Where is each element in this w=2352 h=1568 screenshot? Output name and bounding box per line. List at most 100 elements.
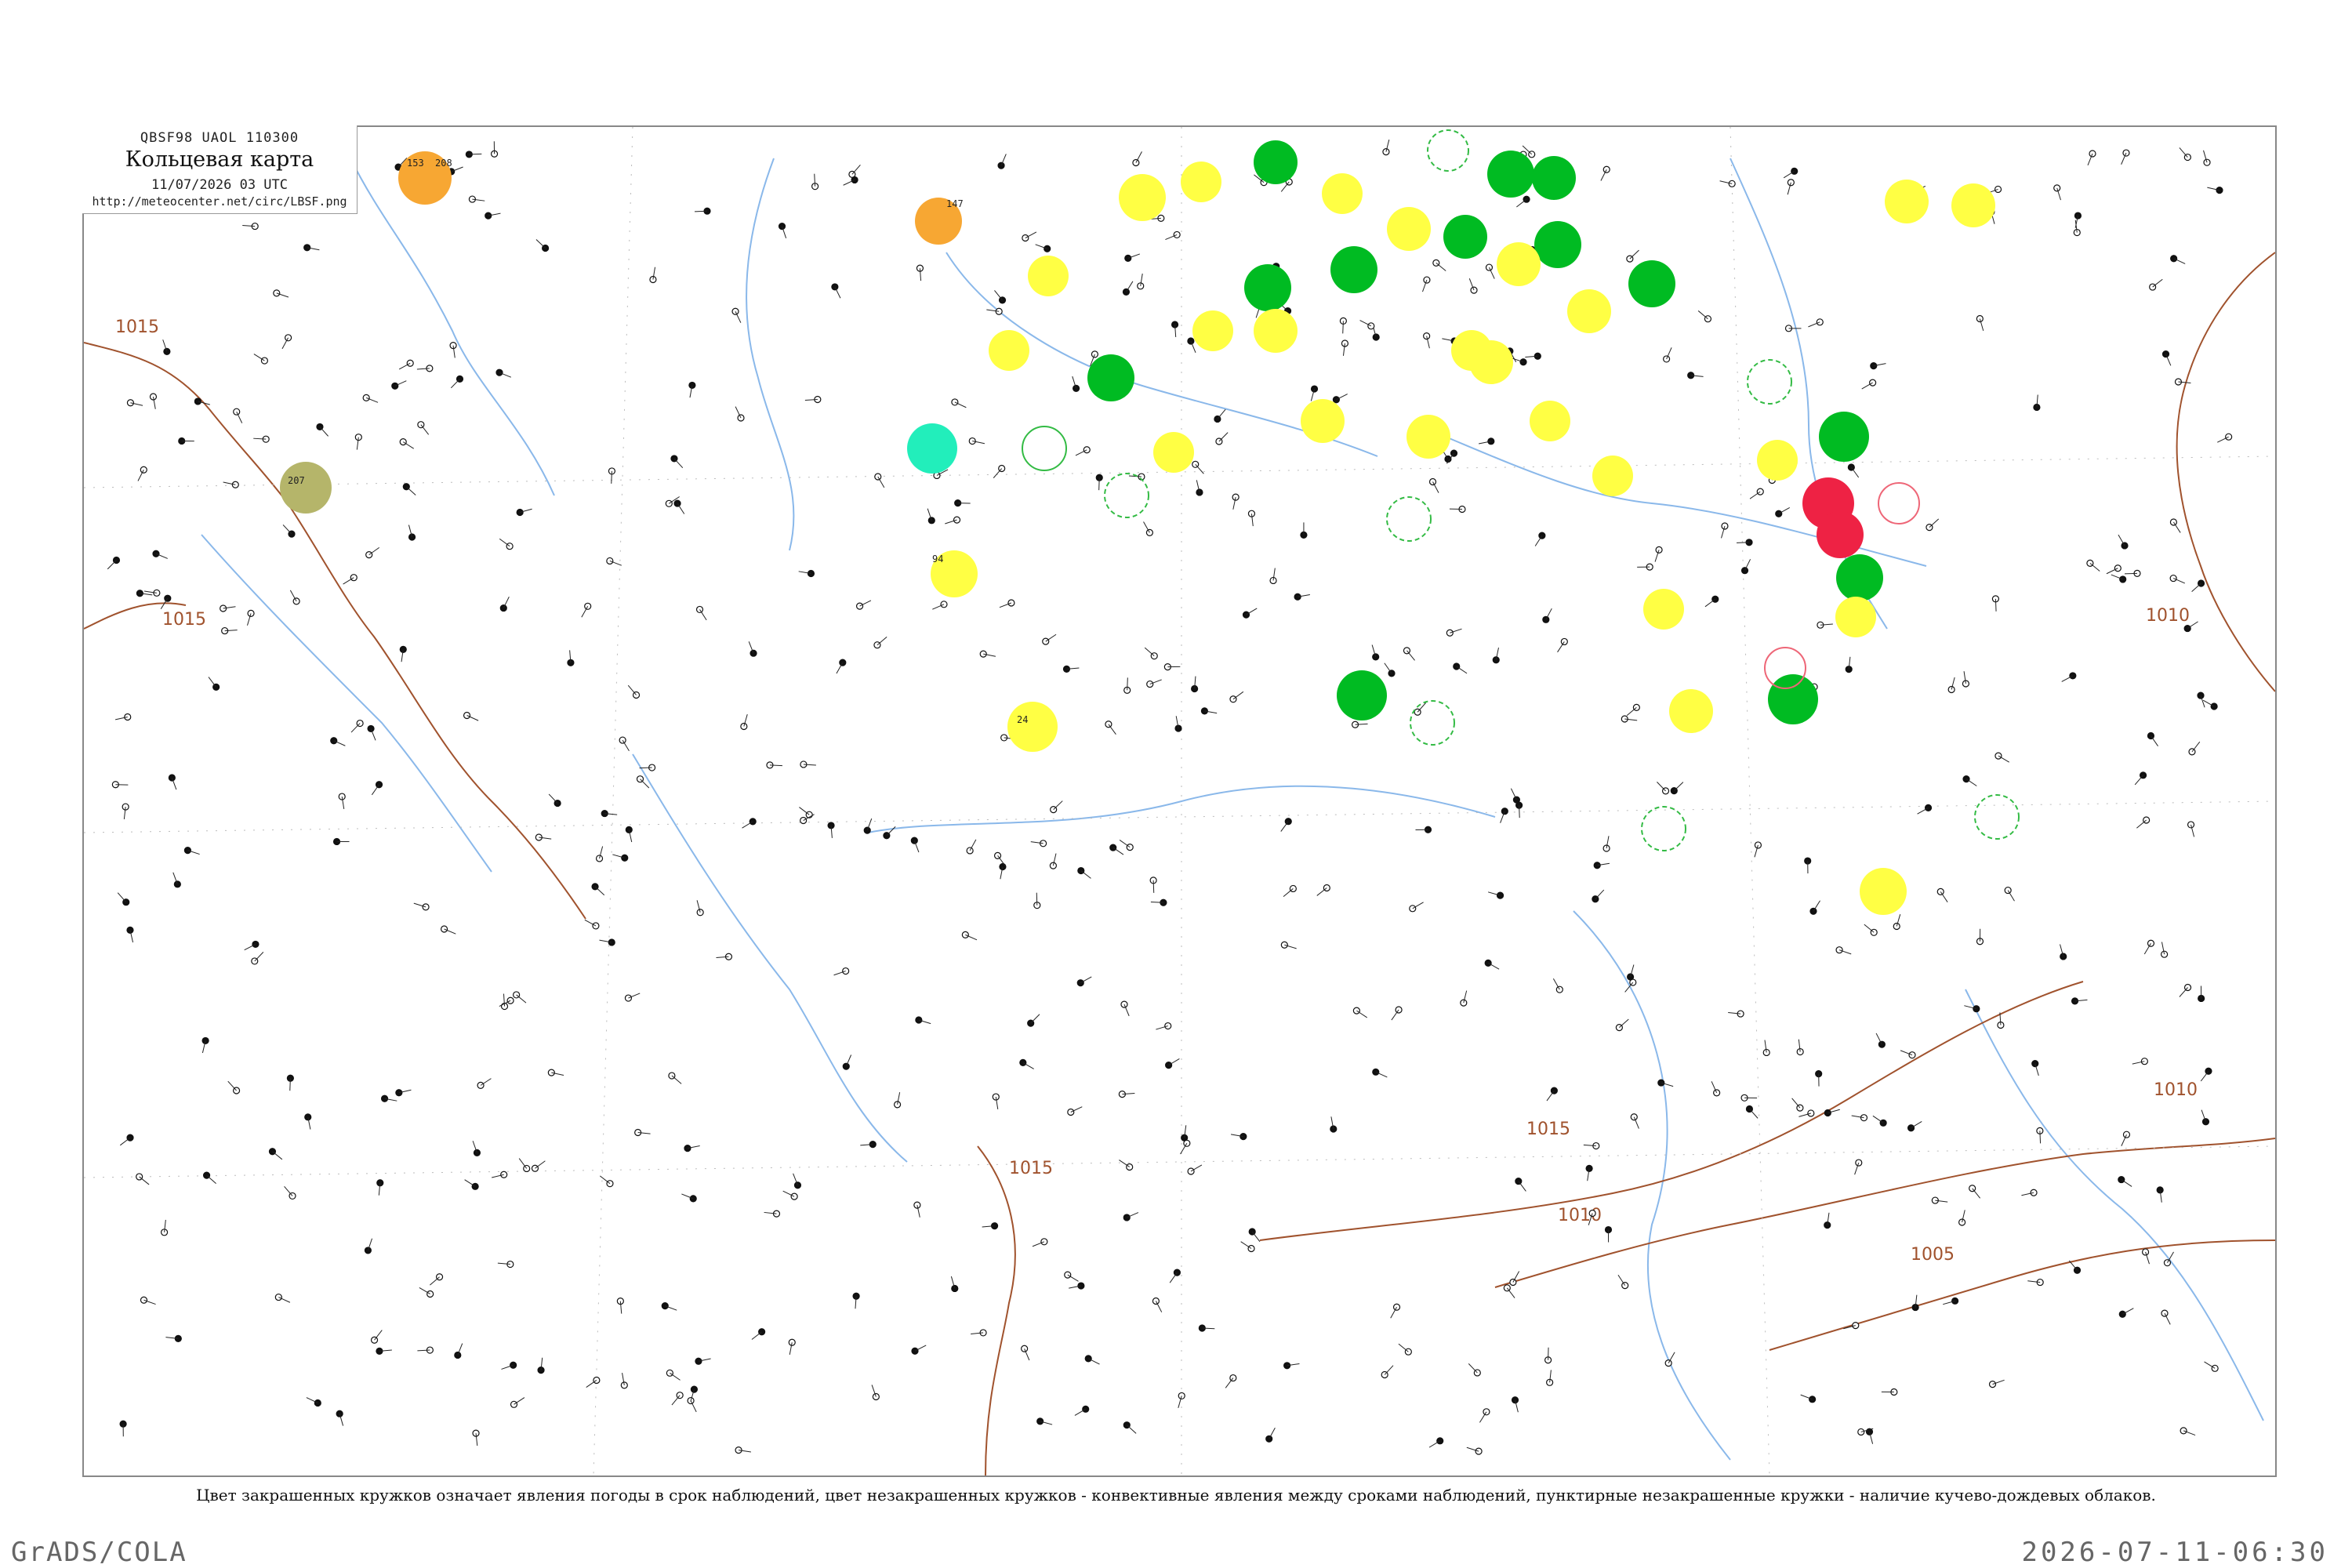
marker-ring-green[interactable] bbox=[1747, 359, 1792, 405]
marker-orange[interactable]: 153 208 bbox=[398, 151, 452, 205]
marker-green[interactable] bbox=[1244, 264, 1291, 311]
marker-yellow[interactable] bbox=[989, 330, 1029, 371]
station-symbol bbox=[1316, 884, 1330, 896]
station-symbol bbox=[1095, 474, 1103, 491]
marker-yellow[interactable] bbox=[1757, 440, 1798, 481]
station-symbol bbox=[1074, 1405, 1090, 1416]
marker-green[interactable] bbox=[1443, 215, 1487, 259]
station-symbol bbox=[1152, 1297, 1163, 1312]
station-symbol bbox=[932, 601, 948, 610]
weather-map[interactable]: 1015 1015 1015 1015 1010 1010 1005 1010 … bbox=[84, 127, 2275, 1475]
station-symbol bbox=[860, 1141, 877, 1149]
station-symbol bbox=[1242, 608, 1258, 619]
marker-yellow[interactable] bbox=[1885, 180, 1929, 223]
marker-green[interactable] bbox=[1087, 354, 1134, 401]
marker-orange[interactable]: 147 bbox=[915, 198, 964, 245]
marker-yellow[interactable] bbox=[1322, 173, 1363, 214]
marker-yellow[interactable] bbox=[1254, 309, 1298, 353]
marker-ring-green[interactable] bbox=[1022, 426, 1067, 471]
marker-green[interactable] bbox=[1628, 260, 1675, 307]
station-symbol bbox=[1546, 1087, 1558, 1102]
station-symbol bbox=[1479, 1408, 1490, 1423]
graticule-line bbox=[84, 1145, 2275, 1178]
marker-yellow[interactable] bbox=[1643, 589, 1684, 630]
marker-yellow[interactable] bbox=[1406, 415, 1450, 459]
graticule-line bbox=[1730, 127, 1770, 1475]
marker-green[interactable] bbox=[1532, 156, 1576, 200]
station-symbol bbox=[1123, 1212, 1139, 1221]
station-symbol bbox=[873, 636, 887, 649]
station-symbol bbox=[993, 464, 1006, 478]
station-symbol bbox=[160, 594, 172, 609]
marker-yellow[interactable]: 94 bbox=[931, 550, 978, 597]
station-symbol bbox=[1988, 1379, 2005, 1388]
marker-yellow[interactable] bbox=[1153, 432, 1194, 473]
station-symbol bbox=[419, 1287, 434, 1298]
marker-green[interactable] bbox=[1330, 246, 1377, 293]
marker-yellow[interactable] bbox=[1567, 289, 1611, 333]
marker-yellow[interactable] bbox=[1192, 310, 1233, 351]
station-symbol bbox=[798, 569, 815, 578]
marker-yellow[interactable] bbox=[1181, 162, 1221, 202]
marker-ring-green[interactable] bbox=[1104, 473, 1149, 518]
station-symbol bbox=[168, 774, 177, 790]
marker-olive[interactable]: 207 bbox=[280, 462, 332, 514]
marker-green[interactable] bbox=[1768, 674, 1818, 724]
station-symbol bbox=[2121, 149, 2130, 165]
marker-ring-green[interactable] bbox=[1974, 794, 2020, 840]
marker-ring-red[interactable] bbox=[1878, 482, 1920, 524]
station-symbol bbox=[114, 713, 132, 721]
marker-yellow[interactable] bbox=[1669, 689, 1713, 733]
station-symbol bbox=[1124, 253, 1140, 262]
marker-green[interactable] bbox=[1337, 670, 1387, 720]
station-symbol bbox=[1021, 1345, 1030, 1361]
isobar-label: 1015 bbox=[1526, 1120, 1570, 1139]
marker-red[interactable] bbox=[1817, 511, 1864, 558]
isobar-line bbox=[1259, 981, 2084, 1241]
marker-yellow[interactable] bbox=[1028, 256, 1069, 296]
marker-ring-green[interactable] bbox=[1641, 806, 1686, 851]
marker-yellow[interactable] bbox=[1301, 399, 1345, 443]
marker-yellow[interactable]: 24 bbox=[1007, 702, 1058, 752]
station-symbol bbox=[1382, 139, 1390, 156]
station-symbol bbox=[253, 435, 270, 443]
station-symbol bbox=[1449, 505, 1466, 514]
marker-yellow[interactable] bbox=[1451, 330, 1492, 371]
marker-yellow[interactable] bbox=[1860, 868, 1907, 915]
station-symbol bbox=[1123, 677, 1131, 694]
marker-yellow[interactable] bbox=[1835, 597, 1876, 637]
marker-green[interactable] bbox=[1254, 140, 1298, 184]
marker-yellow[interactable] bbox=[1530, 401, 1570, 441]
station-symbol bbox=[289, 590, 300, 605]
marker-green[interactable] bbox=[1836, 554, 1883, 601]
marker-ring-green[interactable] bbox=[1410, 700, 1455, 746]
marker-ring-green[interactable] bbox=[1427, 129, 1469, 172]
station-symbol bbox=[304, 1113, 312, 1130]
marker-green[interactable] bbox=[1487, 151, 1534, 198]
station-symbol bbox=[1171, 321, 1179, 337]
marker-yellow[interactable] bbox=[1497, 242, 1541, 286]
marker-yellow[interactable] bbox=[1951, 183, 1995, 227]
station-symbol bbox=[871, 1385, 880, 1401]
marker-green[interactable] bbox=[1534, 221, 1581, 268]
station-symbol bbox=[591, 883, 605, 896]
marker-cyan[interactable] bbox=[907, 423, 957, 474]
marker-green[interactable] bbox=[1819, 412, 1869, 462]
map-source-url[interactable]: http://meteocenter.net/circ/LBSF.png bbox=[82, 194, 357, 209]
station-symbol bbox=[1485, 263, 1495, 279]
marker-yellow[interactable] bbox=[1387, 207, 1431, 251]
station-symbol bbox=[1384, 662, 1396, 677]
station-symbol bbox=[1510, 788, 1521, 804]
bulletin-code: QBSF98 UAOL 110300 bbox=[140, 130, 299, 146]
station-symbol bbox=[1390, 1303, 1401, 1319]
station-symbol bbox=[1174, 716, 1182, 732]
station-symbol bbox=[625, 826, 633, 843]
station-symbol bbox=[2170, 255, 2186, 264]
marker-yellow[interactable] bbox=[1592, 456, 1633, 496]
marker-yellow[interactable] bbox=[1119, 174, 1166, 221]
marker-ring-green[interactable] bbox=[1386, 496, 1432, 542]
station-symbol bbox=[1332, 394, 1348, 404]
station-symbol bbox=[201, 1036, 209, 1054]
station-symbol bbox=[1851, 1114, 1868, 1122]
station-symbol bbox=[1515, 801, 1523, 818]
